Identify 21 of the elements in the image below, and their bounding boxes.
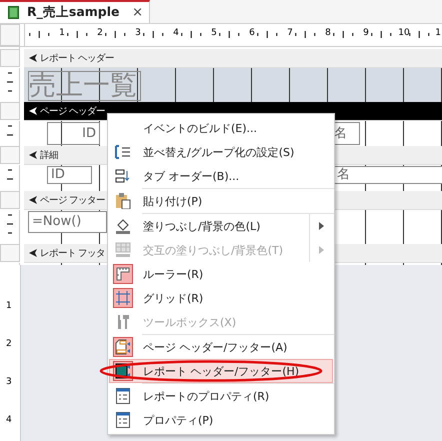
- ruler-number: 1: [6, 301, 12, 311]
- ruler-number: 9: [363, 28, 369, 38]
- tab-title: R_売上sample: [27, 4, 120, 21]
- ruler-number: 1: [59, 28, 65, 38]
- ruler-number: 10: [398, 28, 410, 38]
- ruler-number: 3: [135, 28, 141, 38]
- ruler-number: 6: [249, 28, 255, 38]
- ruler-number: 7: [287, 28, 293, 38]
- section-title: 詳細: [40, 148, 58, 162]
- ruler-number: 3: [6, 377, 12, 387]
- section-title: レポート フッタ: [40, 246, 106, 260]
- ruler-number: 8: [325, 28, 331, 38]
- section-title: ページ フッター: [40, 194, 106, 206]
- ruler-number: 4: [173, 28, 179, 38]
- section-title: レポート ヘッダー: [40, 52, 114, 64]
- ruler-number: 2: [6, 339, 12, 349]
- ruler-number: 5: [211, 28, 217, 38]
- ruler-number: 2: [97, 28, 103, 38]
- ruler-number: 4: [6, 415, 12, 425]
- section-title: ページ ヘッダー: [40, 104, 106, 118]
- ruler-number: 1: [435, 28, 441, 38]
